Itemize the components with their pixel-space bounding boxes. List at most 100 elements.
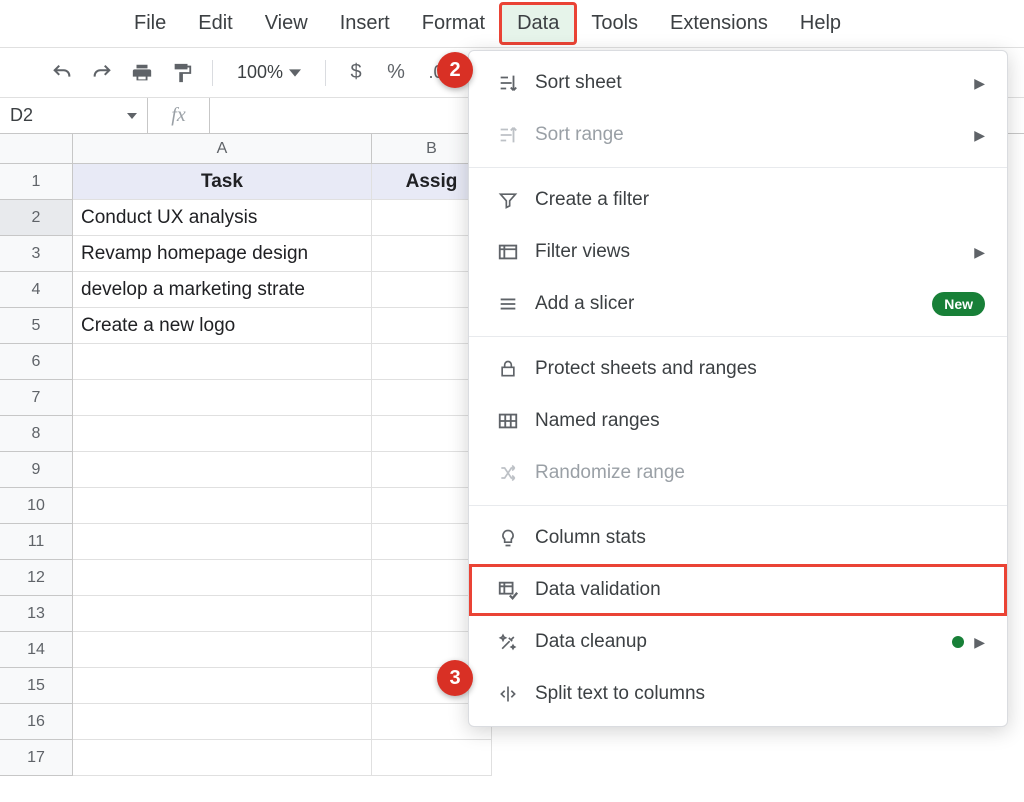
menubar: File Edit View Insert Format Data Tools … — [0, 0, 1024, 48]
row-header[interactable]: 10 — [0, 488, 73, 524]
filter-icon — [491, 190, 525, 210]
menu-insert[interactable]: Insert — [324, 4, 406, 43]
submenu-arrow-icon: ▶ — [974, 244, 985, 261]
menu-file[interactable]: File — [118, 4, 182, 43]
menu-protect-sheets[interactable]: Protect sheets and ranges — [469, 343, 1007, 395]
menu-edit[interactable]: Edit — [182, 4, 248, 43]
row-header[interactable]: 13 — [0, 596, 73, 632]
cell[interactable] — [73, 380, 372, 416]
menu-tools[interactable]: Tools — [575, 4, 654, 43]
randomize-icon — [491, 463, 525, 483]
cell[interactable]: Conduct UX analysis — [73, 200, 372, 236]
paint-format-button[interactable] — [166, 57, 198, 89]
cell[interactable] — [73, 704, 372, 740]
chevron-down-icon — [127, 113, 137, 119]
row-header[interactable]: 8 — [0, 416, 73, 452]
menu-create-filter[interactable]: Create a filter — [469, 174, 1007, 226]
row-header[interactable]: 2 — [0, 200, 73, 236]
cell[interactable] — [73, 524, 372, 560]
menu-column-stats[interactable]: Column stats — [469, 512, 1007, 564]
menu-separator — [469, 505, 1007, 506]
row-header[interactable]: 1 — [0, 164, 73, 200]
annotation-badge-2: 2 — [437, 52, 473, 88]
cell[interactable] — [73, 488, 372, 524]
row-header[interactable]: 6 — [0, 344, 73, 380]
cell[interactable] — [73, 632, 372, 668]
print-icon — [131, 62, 153, 84]
print-button[interactable] — [126, 57, 158, 89]
menu-item-label: Sort sheet — [525, 72, 974, 94]
cell[interactable]: Revamp homepage design — [73, 236, 372, 272]
cell[interactable] — [73, 596, 372, 632]
cell[interactable]: Create a new logo — [73, 308, 372, 344]
cell[interactable] — [73, 452, 372, 488]
menu-item-label: Randomize range — [525, 462, 985, 484]
row-header[interactable]: 17 — [0, 740, 73, 776]
redo-button[interactable] — [86, 57, 118, 89]
menu-item-label: Filter views — [525, 241, 974, 263]
fx-label: fx — [148, 98, 210, 133]
zoom-dropdown[interactable]: 100% — [227, 62, 311, 83]
menu-sort-range: Sort range ▶ — [469, 109, 1007, 161]
header-cell-task[interactable]: Task — [73, 164, 372, 200]
sort-range-icon — [491, 124, 525, 146]
new-badge: New — [932, 292, 985, 316]
name-box[interactable]: D2 — [0, 98, 148, 133]
row-header[interactable]: 7 — [0, 380, 73, 416]
split-text-icon — [491, 684, 525, 704]
data-menu-dropdown: Sort sheet ▶ Sort range ▶ Create a filte… — [468, 50, 1008, 727]
menu-item-label: Column stats — [525, 527, 985, 549]
row-header[interactable]: 15 — [0, 668, 73, 704]
row-header[interactable]: 14 — [0, 632, 73, 668]
cell[interactable] — [73, 416, 372, 452]
menu-add-slicer[interactable]: Add a slicer New — [469, 278, 1007, 330]
currency-button[interactable]: $ — [340, 57, 372, 89]
menu-filter-views[interactable]: Filter views ▶ — [469, 226, 1007, 278]
menu-extensions[interactable]: Extensions — [654, 4, 784, 43]
cell[interactable] — [73, 560, 372, 596]
menu-randomize-range: Randomize range — [469, 447, 1007, 499]
menu-item-label: Sort range — [525, 124, 974, 146]
row-header[interactable]: 9 — [0, 452, 73, 488]
row-header[interactable]: 3 — [0, 236, 73, 272]
lightbulb-icon — [491, 528, 525, 548]
cell[interactable]: develop a marketing strate — [73, 272, 372, 308]
cell[interactable] — [372, 740, 492, 776]
named-ranges-icon — [491, 410, 525, 432]
submenu-arrow-icon: ▶ — [974, 127, 985, 144]
cell[interactable] — [73, 668, 372, 704]
menu-data-validation[interactable]: Data validation — [469, 564, 1007, 616]
row-header[interactable]: 4 — [0, 272, 73, 308]
menu-help[interactable]: Help — [784, 4, 857, 43]
menu-data[interactable]: Data — [501, 4, 575, 43]
menu-named-ranges[interactable]: Named ranges — [469, 395, 1007, 447]
sort-sheet-icon — [491, 72, 525, 94]
menu-sort-sheet[interactable]: Sort sheet ▶ — [469, 57, 1007, 109]
menu-separator — [469, 167, 1007, 168]
select-all-corner[interactable] — [0, 134, 73, 164]
data-validation-icon — [491, 579, 525, 601]
paint-format-icon — [171, 62, 193, 84]
chevron-down-icon — [289, 67, 301, 79]
menu-item-label: Split text to columns — [525, 683, 985, 705]
undo-icon — [51, 62, 73, 84]
menu-split-text[interactable]: Split text to columns — [469, 668, 1007, 720]
menu-item-label: Create a filter — [525, 189, 985, 211]
menu-view[interactable]: View — [249, 4, 324, 43]
row-header[interactable]: 16 — [0, 704, 73, 740]
lock-icon — [491, 359, 525, 379]
cell[interactable] — [73, 740, 372, 776]
cell[interactable] — [73, 344, 372, 380]
filter-views-icon — [491, 241, 525, 263]
undo-button[interactable] — [46, 57, 78, 89]
menu-item-label: Data cleanup — [525, 631, 952, 653]
row-header[interactable]: 11 — [0, 524, 73, 560]
col-header-a[interactable]: A — [73, 134, 372, 164]
row-header[interactable]: 5 — [0, 308, 73, 344]
row-header[interactable]: 12 — [0, 560, 73, 596]
submenu-arrow-icon: ▶ — [974, 75, 985, 92]
name-box-value: D2 — [10, 105, 33, 126]
menu-format[interactable]: Format — [406, 4, 501, 43]
menu-data-cleanup[interactable]: Data cleanup ▶ — [469, 616, 1007, 668]
percent-button[interactable]: % — [380, 57, 412, 89]
